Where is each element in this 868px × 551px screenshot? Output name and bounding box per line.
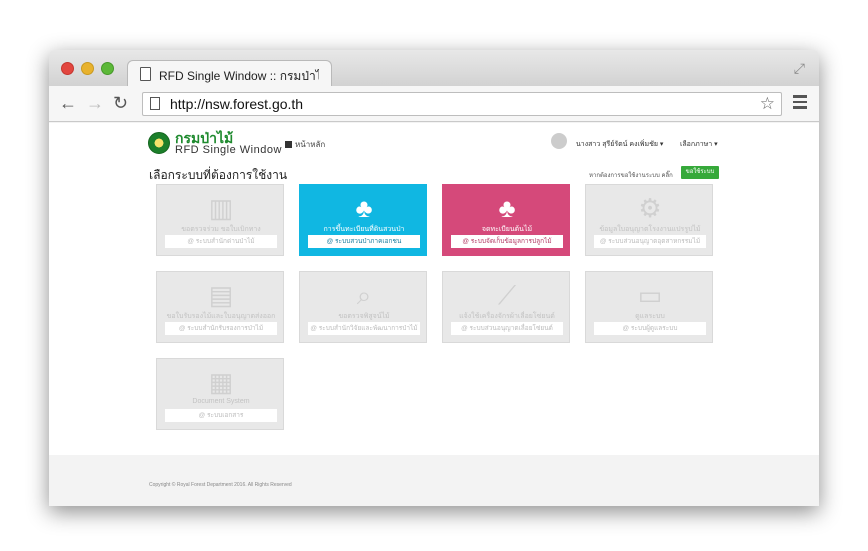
url-text: http://nsw.forest.go.th: [170, 96, 304, 112]
system-tile[interactable]: ▦ Document System @ ระบบเอกสาร: [156, 358, 284, 430]
tile-system-button[interactable]: @ ระบบสำนักด่านป่าไม้: [165, 235, 277, 248]
language-menu[interactable]: เลือกภาษา ▾: [680, 139, 718, 150]
page-icon: [150, 97, 160, 110]
address-bar[interactable]: http://nsw.forest.go.th ☆: [142, 92, 782, 116]
home-link-label: หน้าหลัก: [295, 140, 326, 149]
user-menu[interactable]: นางสาว สุรีย์รัตน์ คงเพิ่มชัย ▾: [576, 139, 663, 150]
tile-system-button[interactable]: @ ระบบสวนป่าภาคเอกชน: [308, 235, 420, 248]
system-tile[interactable]: ♣ จดทะเบียนต้นไม้ @ ระบบจัดเก็บข้อมูลการปล…: [442, 184, 570, 256]
tile-name: จดทะเบียนต้นไม้: [481, 226, 533, 233]
tree-icon: ♣: [355, 193, 373, 223]
system-tile[interactable]: ♣ การขึ้นทะเบียนที่ดินสวนป่า @ ระบบสวนป่าภ…: [299, 184, 427, 256]
tile-system-button[interactable]: @ ระบบส่วนอนุญาตเลื่อยโซ่ยนต์: [451, 322, 563, 335]
fullscreen-icon[interactable]: ⤢: [794, 60, 805, 77]
tile-system-button[interactable]: @ ระบบสำนักรับรองการป่าไม้: [165, 322, 277, 335]
footer: Copyright © Royal Forest Department 2016…: [49, 455, 819, 506]
forward-arrow-icon[interactable]: →: [86, 93, 104, 113]
tile-name: แจ้งใช้เครื่องจักรผ้าเลื่อยโซ่ยนต์: [459, 313, 555, 320]
tile-name: ขอใบรับรองไม้และใบอนุญาตส่งออก: [166, 313, 276, 320]
title-bar: RFD Single Window :: กรมป่าไม้ ⤢: [49, 50, 819, 87]
minimize-window-button[interactable]: [81, 62, 94, 75]
tile-name: ดูแลระบบ: [635, 313, 665, 320]
rfd-logo[interactable]: [148, 132, 170, 154]
archive-icon: ▦: [208, 367, 234, 397]
user-avatar[interactable]: [551, 133, 567, 149]
tile-name: การขึ้นทะเบียนที่ดินสวนป่า: [323, 226, 405, 233]
tile-system-button[interactable]: @ ระบบจัดเก็บข้อมูลการปลูกไม้: [451, 235, 563, 248]
grid-icon: [285, 141, 292, 148]
tree-icon: ♣: [498, 193, 516, 223]
section-title: เลือกระบบที่ต้องการใช้งาน: [149, 168, 288, 182]
system-tile[interactable]: ⌕ ขอตรวจพิสูจน์ไม้ @ ระบบสำนักวิจัยและพัฒน…: [299, 271, 427, 343]
system-tile[interactable]: ▥ ขอตรวจร่วม ขอใบเบิกทาง @ ระบบสำนักด่านป่…: [156, 184, 284, 256]
tile-name: Document System: [192, 398, 250, 405]
home-link[interactable]: หน้าหลัก: [285, 138, 325, 151]
tile-name: ข้อมูลใบอนุญาตโรงงานแปรรูปไม้: [599, 226, 701, 233]
tile-system-button[interactable]: @ ระบบเอกสาร: [165, 409, 277, 422]
tile-system-button[interactable]: @ ระบบส่วนอนุญาตอุตสาหกรรมไม้: [594, 235, 706, 248]
page-content: กรมป่าไม้ RFD Single Window หน้าหลัก นาง…: [49, 123, 819, 506]
back-arrow-icon[interactable]: ←: [59, 93, 77, 113]
certificate-icon: ▤: [208, 280, 234, 310]
close-window-button[interactable]: [61, 62, 74, 75]
system-tile[interactable]: ▭ ดูแลระบบ @ ระบบผู้ดูแลระบบ: [585, 271, 713, 343]
magnifier-icon: ⌕: [356, 280, 372, 310]
system-tile[interactable]: ⚙ ข้อมูลใบอนุญาตโรงงานแปรรูปไม้ @ ระบบส่วน…: [585, 184, 713, 256]
browser-tab[interactable]: RFD Single Window :: กรมป่าไม้: [127, 60, 332, 87]
bookmark-star-icon[interactable]: ☆: [760, 94, 775, 114]
reload-icon[interactable]: ↻: [113, 93, 128, 113]
register-button[interactable]: ขอใช้ระบบ: [681, 166, 719, 179]
system-tile[interactable]: ⟋ แจ้งใช้เครื่องจักรผ้าเลื่อยโซ่ยนต์ @ ระบ…: [442, 271, 570, 343]
register-prompt: หากต้องการขอใช้งานระบบ คลิ๊ก: [589, 173, 673, 179]
tile-name: ขอตรวจพิสูจน์ไม้: [338, 313, 390, 320]
gears-icon: ⚙: [638, 193, 662, 223]
tile-system-button[interactable]: @ ระบบผู้ดูแลระบบ: [594, 322, 706, 335]
map-icon: ▥: [208, 193, 234, 223]
browser-window: RFD Single Window :: กรมป่าไม้ ⤢ ← → ↻ h…: [49, 50, 819, 506]
tab-title: RFD Single Window :: กรมป่าไม้: [159, 69, 319, 83]
maximize-window-button[interactable]: [101, 62, 114, 75]
monitor-icon: ▭: [637, 280, 663, 310]
chainsaw-icon: ⟋: [497, 280, 517, 310]
system-tile[interactable]: ▤ ขอใบรับรองไม้และใบอนุญาตส่งออก @ ระบบสำน…: [156, 271, 284, 343]
browser-toolbar: ← → ↻ http://nsw.forest.go.th ☆: [49, 86, 819, 122]
browser-menu-icon[interactable]: [793, 95, 807, 112]
site-header: กรมป่าไม้ RFD Single Window หน้าหลัก นาง…: [49, 123, 819, 161]
tile-system-button[interactable]: @ ระบบสำนักวิจัยและพัฒนาการป่าไม้: [308, 322, 420, 335]
copyright-text: Copyright © Royal Forest Department 2016…: [149, 482, 292, 488]
logo-english-text[interactable]: RFD Single Window: [175, 144, 282, 156]
tile-name: ขอตรวจร่วม ขอใบเบิกทาง: [181, 226, 261, 233]
page-icon: [140, 67, 151, 81]
